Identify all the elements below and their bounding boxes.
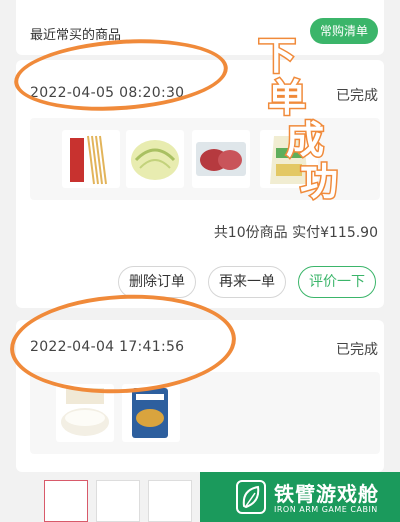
product-thumb-icon: [96, 480, 140, 522]
reorder-button[interactable]: 再来一单: [208, 266, 286, 298]
order-summary: 共10份商品 实付¥115.90: [214, 222, 378, 242]
watermark-name: 铁臂游戏舱: [274, 482, 379, 506]
paid-label: 实付: [292, 225, 321, 241]
order-status: 已完成: [336, 342, 378, 358]
order-item-count: 共10份商品: [213, 225, 288, 241]
watermark-subtitle: IRON ARM GAME CABIN: [274, 505, 378, 514]
more-products-strip: [44, 480, 204, 522]
order-success-annotation: 下 单 成 功: [257, 33, 340, 204]
pasta-thumb-icon: [62, 130, 120, 188]
delete-order-button[interactable]: 删除订单: [118, 266, 196, 298]
leaf-logo-icon: [236, 480, 266, 514]
watermark-banner: 铁臂游戏舱 IRON ARM GAME CABIN: [200, 472, 400, 522]
cabbage-thumb-icon: [126, 130, 184, 188]
product-thumb-icon: [44, 480, 88, 522]
review-button[interactable]: 评价一下: [298, 266, 376, 298]
paid-amount: ¥115.90: [320, 225, 378, 241]
product-thumb-icon: [148, 480, 192, 522]
meat-thumb-icon: [192, 130, 250, 188]
snack-bag-thumb-icon: [122, 384, 180, 442]
